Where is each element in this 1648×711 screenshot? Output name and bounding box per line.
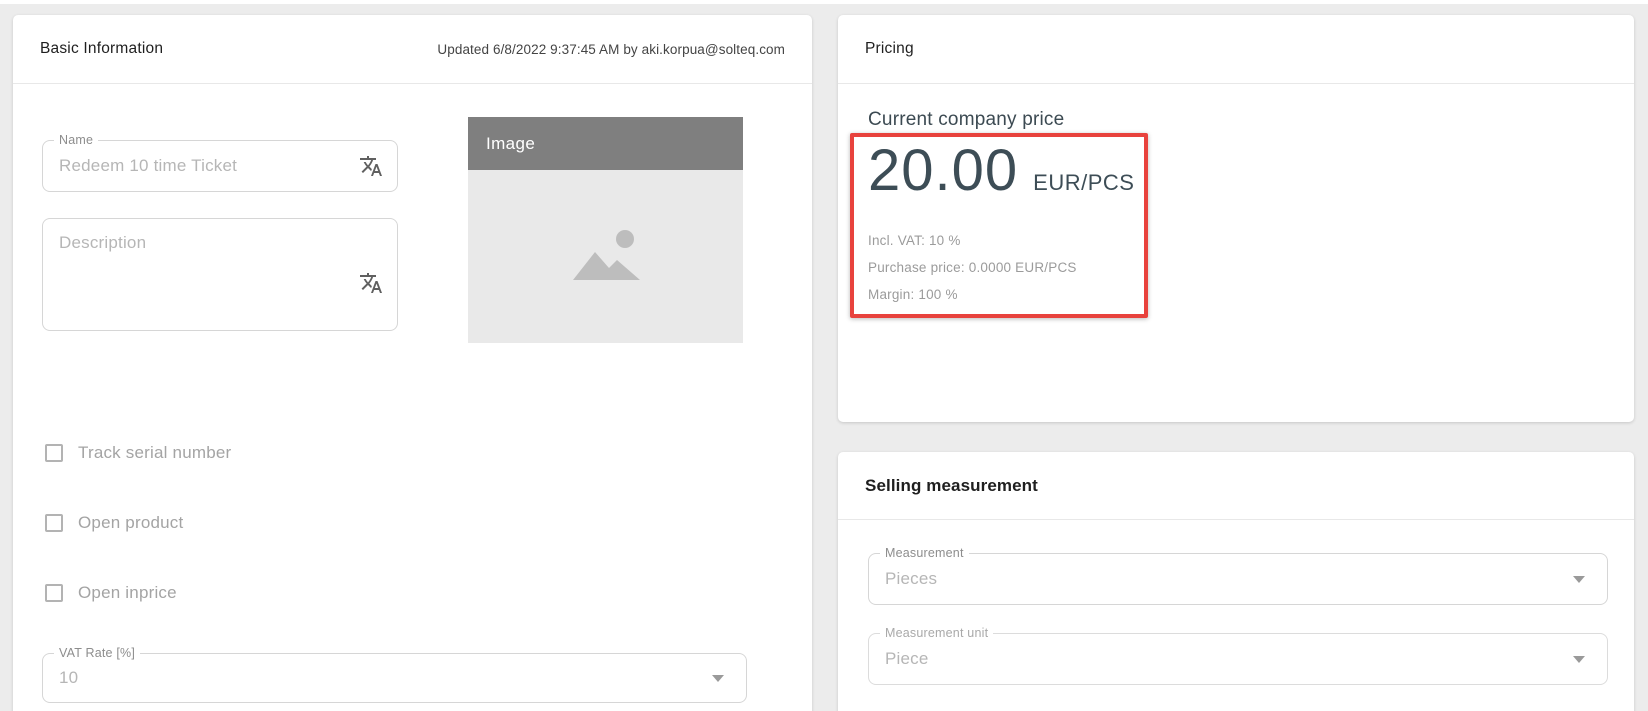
checkbox-label: Open inprice [78, 583, 177, 603]
translate-icon[interactable] [359, 154, 383, 178]
basic-information-card: Basic Information Updated 6/8/2022 9:37:… [13, 15, 812, 711]
vat-rate-select[interactable]: VAT Rate [%] 10 [42, 653, 747, 703]
translate-icon[interactable] [359, 271, 383, 295]
checkbox-icon[interactable] [45, 444, 63, 462]
checkbox-icon[interactable] [45, 514, 63, 532]
updated-text: Updated 6/8/2022 9:37:45 AM by aki.korpu… [437, 42, 785, 57]
checkbox-label: Open product [78, 513, 183, 533]
description-placeholder: Description [59, 233, 146, 253]
price-unit: EUR/PCS [1033, 170, 1134, 196]
checkbox-open-product[interactable]: Open product [45, 511, 183, 535]
top-strip [0, 0, 1648, 4]
price-detail-margin: Margin: 100 % [868, 285, 958, 305]
basic-information-header: Basic Information Updated 6/8/2022 9:37:… [13, 15, 812, 84]
image-placeholder-icon [567, 226, 645, 288]
measurement-unit-value: Piece [885, 649, 929, 669]
measurement-unit-label: Measurement unit [880, 626, 993, 640]
current-company-price-heading: Current company price [868, 108, 1064, 132]
description-field[interactable]: Description [42, 218, 398, 331]
measurement-value: Pieces [885, 569, 937, 589]
current-price: 20.00 EUR/PCS [868, 142, 1134, 200]
chevron-down-icon [712, 675, 724, 682]
card-title-basic-information: Basic Information [40, 40, 163, 58]
chevron-down-icon [1573, 576, 1585, 583]
checkbox-label: Track serial number [78, 443, 231, 463]
measurement-label: Measurement [880, 546, 969, 560]
checkbox-icon[interactable] [45, 584, 63, 602]
checkbox-track-serial-number[interactable]: Track serial number [45, 441, 231, 465]
pricing-card: Pricing Current company price 20.00 EUR/… [838, 15, 1634, 422]
name-field-label: Name [54, 133, 98, 147]
measurement-select[interactable]: Measurement Pieces [868, 553, 1608, 605]
image-widget-title: Image [486, 134, 535, 154]
card-title-selling-measurement: Selling measurement [865, 476, 1038, 496]
checkbox-open-inprice[interactable]: Open inprice [45, 581, 177, 605]
image-widget-header: Image [468, 117, 743, 170]
selling-measurement-card: Selling measurement Measurement Pieces M… [838, 452, 1634, 711]
product-edit-page: Basic Information Updated 6/8/2022 9:37:… [0, 0, 1648, 711]
name-field-value: Redeem 10 time Ticket [59, 156, 237, 176]
pricing-header: Pricing [838, 15, 1634, 84]
selling-measurement-header: Selling measurement [838, 452, 1634, 520]
price-detail-purchase-price: Purchase price: 0.0000 EUR/PCS [868, 258, 1077, 278]
price-detail-incl-vat: Incl. VAT: 10 % [868, 231, 961, 251]
name-field[interactable]: Name Redeem 10 time Ticket [42, 140, 398, 192]
vat-rate-label: VAT Rate [%] [54, 646, 140, 660]
chevron-down-icon [1573, 656, 1585, 663]
measurement-unit-select[interactable]: Measurement unit Piece [868, 633, 1608, 685]
image-placeholder [468, 170, 743, 343]
card-title-pricing: Pricing [865, 40, 914, 58]
vat-rate-value: 10 [59, 668, 78, 688]
image-widget[interactable]: Image [468, 117, 743, 343]
price-value: 20.00 [868, 142, 1018, 200]
